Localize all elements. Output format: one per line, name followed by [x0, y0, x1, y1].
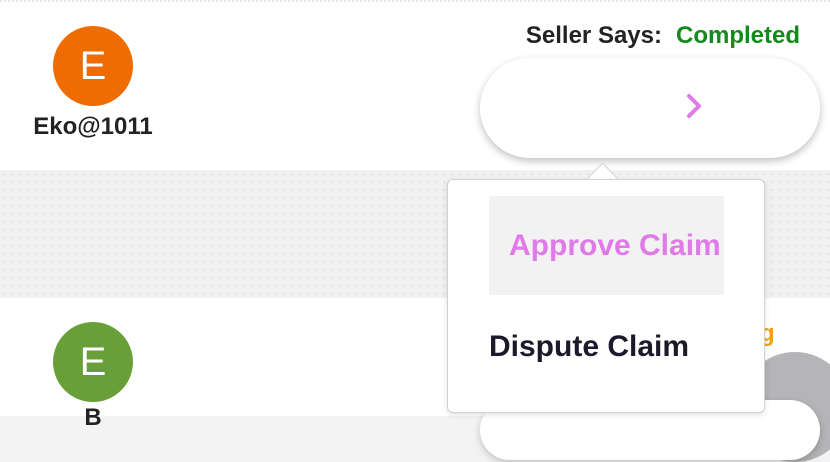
claim-action-button[interactable] — [480, 58, 820, 158]
seller-status: Completed — [675, 22, 800, 49]
username: Eko@1011 — [33, 113, 153, 140]
claim-actions-menu: Approve Claim Dispute Claim — [447, 179, 765, 413]
approve-claim-option[interactable]: Approve Claim — [489, 196, 724, 295]
avatar: E — [53, 26, 133, 106]
chevron-right-icon[interactable] — [680, 86, 710, 126]
seller-says-label: Seller Says: — [525, 22, 662, 49]
avatar: E — [53, 322, 133, 402]
seller-says: Seller Says: Completed — [526, 22, 800, 50]
username: B — [84, 404, 102, 431]
dispute-claim-option[interactable]: Dispute Claim — [489, 297, 724, 397]
